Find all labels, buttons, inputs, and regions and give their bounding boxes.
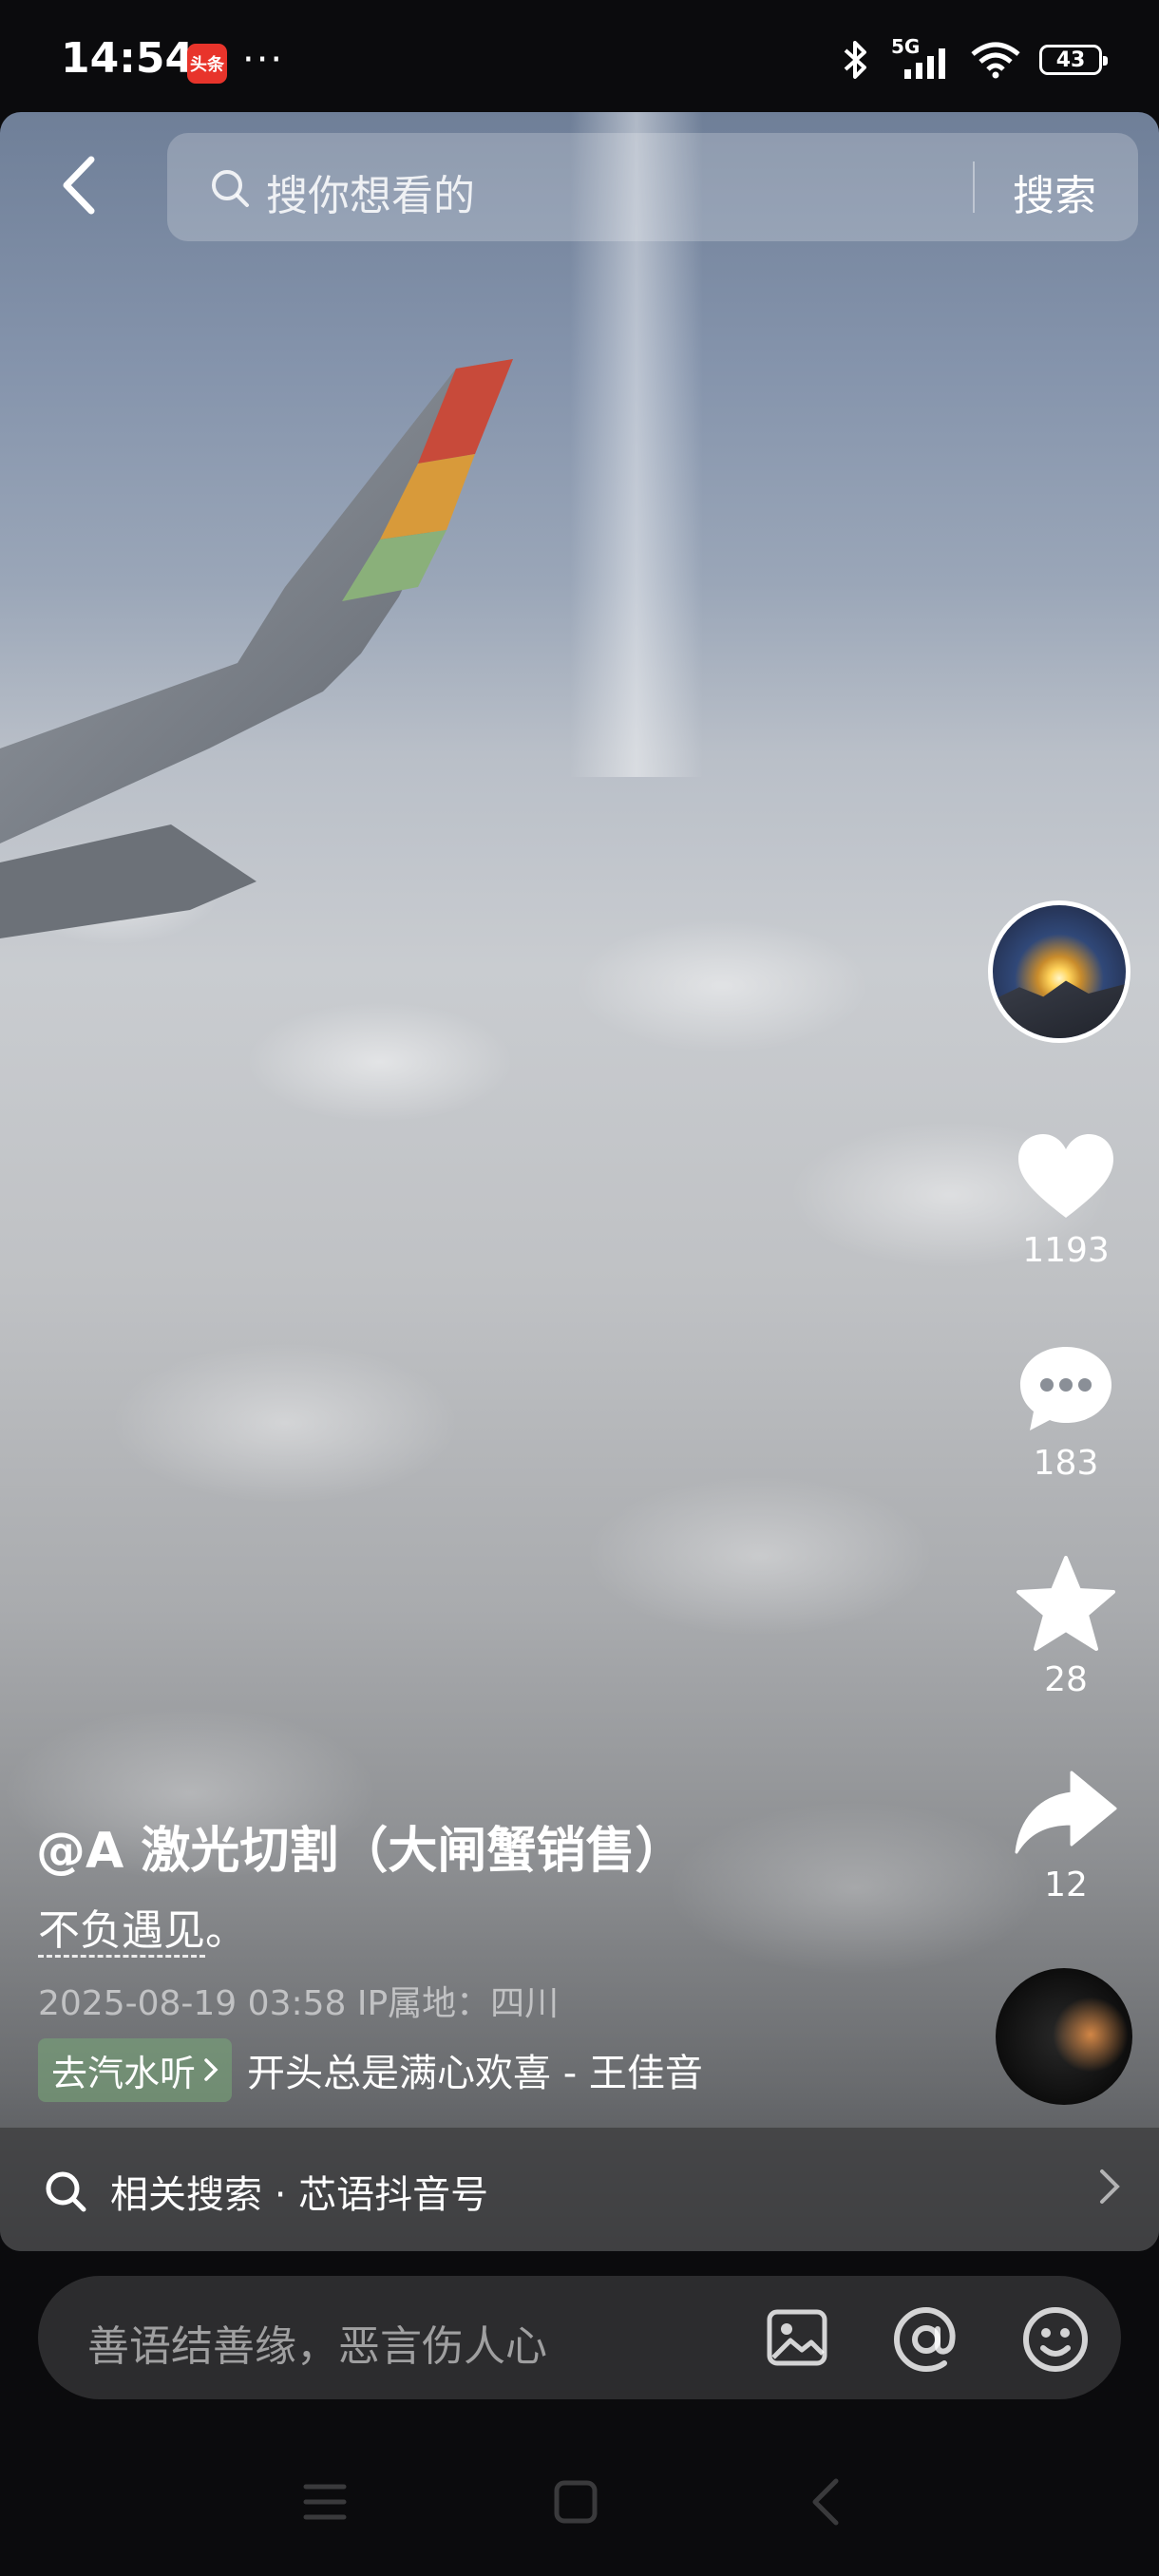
comment-count: 183 — [1033, 1444, 1099, 1483]
search-bar[interactable]: 搜你想看的 搜索 — [167, 133, 1138, 241]
like-button[interactable]: 1193 — [990, 1130, 1142, 1270]
chevron-right-icon — [204, 2058, 218, 2081]
comment-input-bar[interactable]: 善语结善缘，恶言伤人心 — [38, 2276, 1121, 2399]
system-nav-bar — [0, 2432, 1159, 2576]
share-icon — [1015, 1771, 1117, 1854]
search-divider — [973, 161, 975, 213]
music-tag-label: 去汽水听 — [51, 2052, 197, 2094]
cellular-signal-icon: 5G — [891, 35, 952, 81]
comment-input[interactable]: 善语结善缘，恶言伤人心 — [87, 2312, 547, 2373]
battery-icon: 43 — [1039, 45, 1108, 75]
author-name[interactable]: @A 激光切割（大闸蟹销售） — [36, 1810, 684, 1882]
favorite-count: 28 — [1044, 1660, 1088, 1699]
star-icon — [1016, 1556, 1115, 1651]
app-badge-icon: 头条 — [187, 44, 227, 84]
share-button[interactable]: 12 — [990, 1767, 1142, 1904]
image-icon[interactable] — [764, 2304, 830, 2371]
post-meta: 2025-08-19 03:58 IP属地：四川 — [38, 1984, 560, 2023]
avatar-mountain — [993, 980, 1126, 1038]
author-avatar[interactable] — [988, 900, 1130, 1043]
related-search-text: 相关搜索 · 芯语抖音号 — [110, 2173, 489, 2217]
video-player[interactable]: 搜你想看的 搜索 1193 183 28 12 @A 激光切割（大闸蟹销售） 不… — [0, 112, 1159, 2251]
status-time: 14:54 — [61, 34, 195, 83]
search-input[interactable]: 搜你想看的 — [266, 161, 475, 222]
disc-art — [1053, 1997, 1129, 2073]
wifi-icon — [971, 42, 1020, 79]
back-icon[interactable] — [53, 152, 110, 218]
like-count: 1193 — [1022, 1231, 1110, 1270]
comment-icon — [1020, 1347, 1112, 1430]
search-icon — [212, 170, 249, 207]
hashtag-link[interactable]: 不负遇见 — [38, 1906, 205, 1958]
chevron-right-icon — [1100, 2169, 1120, 2204]
home-icon[interactable] — [553, 2479, 598, 2525]
menu-icon[interactable] — [302, 2481, 348, 2523]
share-count: 12 — [1044, 1866, 1088, 1904]
music-row[interactable]: 去汽水听 开头总是满心欢喜 - 王佳音 — [38, 2037, 741, 2102]
comment-button[interactable]: 183 — [990, 1341, 1142, 1483]
status-bar: 14:54 头条 ··· 5G 43 — [0, 0, 1159, 112]
music-tag-button[interactable]: 去汽水听 — [38, 2037, 233, 2102]
airplane-wing-image — [0, 359, 513, 938]
at-icon[interactable] — [891, 2304, 961, 2375]
status-more: ··· — [242, 38, 285, 82]
heart-icon — [1018, 1134, 1113, 1218]
related-search-bar[interactable]: 相关搜索 · 芯语抖音号 — [0, 2128, 1159, 2251]
status-indicators: 5G 43 — [840, 35, 1108, 84]
search-button[interactable]: 搜索 — [1013, 161, 1096, 222]
nav-back-icon[interactable] — [808, 2477, 842, 2527]
post-description: 不负遇见。 — [38, 1896, 247, 1958]
network-type: 5G — [891, 35, 921, 58]
search-icon — [46, 2171, 86, 2212]
favorite-button[interactable]: 28 — [990, 1554, 1142, 1699]
description-tail: 。 — [205, 1906, 247, 1955]
music-name: 开头总是满心欢喜 - 王佳音 — [247, 2052, 703, 2095]
emoji-icon[interactable] — [1020, 2304, 1091, 2375]
music-disc[interactable] — [996, 1968, 1132, 2105]
bluetooth-icon — [844, 41, 866, 79]
